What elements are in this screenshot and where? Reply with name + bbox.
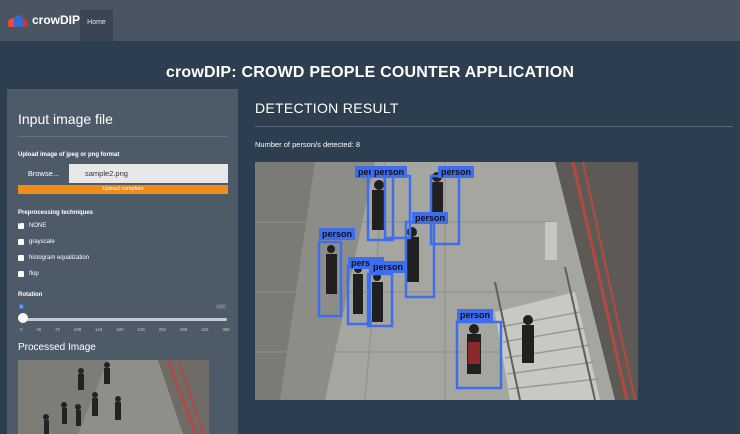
option-histogram-equalization[interactable]: histogram equalization	[18, 255, 89, 261]
person-label: person	[374, 167, 404, 177]
app-title: crowDIP: CROWD PEOPLE COUNTER APPLICATIO…	[165, 64, 575, 81]
upload-label: Upload image of jpeg or png format	[18, 152, 120, 158]
checkbox-checked[interactable]	[18, 220, 24, 229]
rotation-slider-track[interactable]	[22, 318, 227, 321]
nav-tab-home[interactable]: Home	[80, 10, 113, 41]
rotation-value-badge: 0	[19, 304, 24, 309]
person-label: person	[441, 167, 471, 177]
divider	[255, 126, 733, 127]
brand[interactable]: crowDIP	[8, 13, 80, 27]
rotation-ticks: 0 36 72 108 144 180 216 252 288 324 360	[20, 327, 230, 332]
detection-count: Number of person/s detected: 8	[255, 140, 361, 149]
tick-label: 252	[158, 327, 167, 332]
file-name-field[interactable]: sample2.png	[69, 164, 228, 183]
tick-label: 324	[201, 327, 209, 332]
tick-label: 36	[36, 327, 42, 332]
browse-button[interactable]: Browse...	[18, 164, 69, 183]
tick-label: 180	[116, 327, 124, 332]
divider	[18, 136, 228, 137]
crowd-logo-icon	[8, 13, 28, 27]
tick-label: 144	[94, 327, 103, 332]
option-label: flop	[29, 271, 39, 277]
person-label: person	[460, 310, 490, 320]
tick-label: 72	[54, 327, 60, 332]
processed-heading: Processed Image	[18, 342, 96, 353]
rotation-slider-handle[interactable]	[18, 313, 28, 323]
option-label: NONE	[29, 223, 47, 229]
checkbox[interactable]	[18, 271, 24, 277]
checkbox[interactable]	[18, 239, 24, 245]
option-grayscale[interactable]: grayscale	[18, 239, 55, 245]
input-heading: Input image file	[18, 111, 113, 127]
detection-result-image: person person person person person person pers…	[255, 162, 638, 400]
tick-label: 0	[20, 327, 23, 332]
upload-progress-bar: Upload complete	[18, 185, 228, 194]
rotation-label: Rotation	[18, 292, 43, 298]
tick-label: 288	[179, 327, 188, 332]
rotation-max-badge: 360	[216, 304, 226, 309]
processed-image	[18, 360, 209, 434]
tick-label: 360	[222, 327, 230, 332]
option-label: histogram equalization	[29, 255, 90, 261]
brand-name: crowDIP	[32, 13, 81, 27]
person-label: person	[373, 262, 403, 272]
option-flop[interactable]: flop	[18, 271, 39, 277]
checkbox[interactable]	[18, 255, 24, 261]
navbar: crowDIP Home	[0, 0, 740, 41]
tick-label: 108	[73, 327, 82, 332]
option-none[interactable]: NONE	[18, 220, 47, 229]
sidebar-panel: Input image file Upload image of jpeg or…	[7, 89, 238, 434]
option-label: grayscale	[29, 239, 55, 245]
preprocessing-label: Preprocessing techniques	[18, 210, 94, 216]
person-label: person	[415, 213, 445, 223]
tick-label: 216	[137, 327, 145, 332]
result-heading: DETECTION RESULT	[255, 100, 399, 116]
person-label: person	[322, 229, 352, 239]
